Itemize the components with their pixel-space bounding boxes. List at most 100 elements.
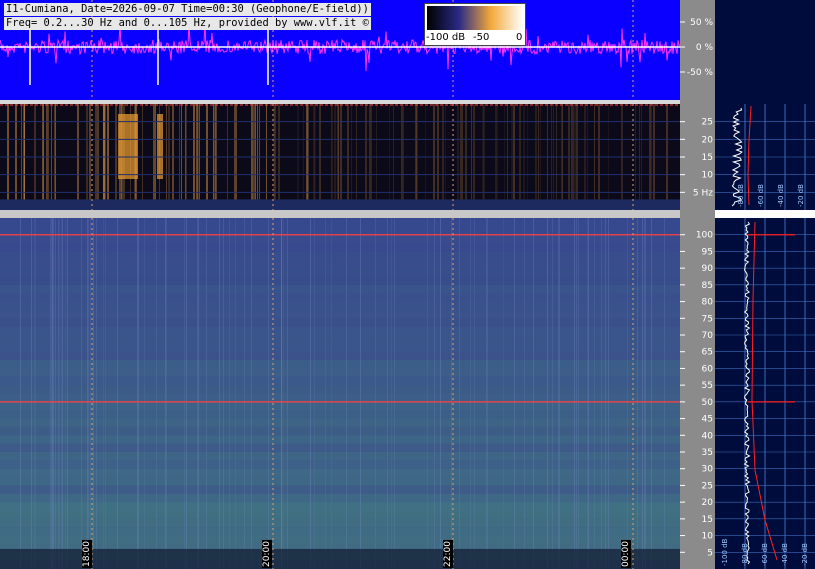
- axis-tick-label: 50 %: [690, 18, 713, 28]
- colorbar-label-max: 0: [516, 32, 523, 43]
- spectrogram-streak: [58, 218, 59, 569]
- axis-tick-label: 80: [702, 298, 714, 308]
- spectrogram-streak: [251, 218, 252, 569]
- spectrogram-streak: [206, 218, 207, 569]
- profile-axis-label: -60 dB: [761, 543, 769, 566]
- axis-tick-label: 85: [702, 281, 713, 291]
- header-frequency-line: Freq= 0.2...30 Hz and 0...105 Hz, provid…: [4, 17, 371, 30]
- spectrogram-streak: [459, 218, 460, 569]
- spectrogram-bright-band: [128, 114, 138, 179]
- spectrogram-streak: [574, 218, 575, 569]
- axis-tick-label: 65: [702, 348, 713, 358]
- spectrogram-streak: [310, 218, 311, 569]
- spectrogram-streak: [474, 218, 475, 569]
- spectrogram-streak: [627, 218, 628, 569]
- spectrogram-streak: [67, 218, 68, 569]
- axis-tick-label: 30: [702, 465, 714, 475]
- spectrogram-streak: [65, 218, 66, 569]
- spectrogram-streak: [244, 218, 245, 569]
- spectrogram-top-panel: [0, 104, 680, 210]
- profile-axis-label: -20 dB: [797, 184, 805, 207]
- spectrogram-streak: [331, 218, 332, 569]
- spectrogram-main-chart: [0, 218, 680, 569]
- spectrogram-streak: [59, 218, 60, 569]
- spectrogram-streak: [219, 218, 220, 569]
- spectrogram-streak: [558, 218, 559, 569]
- profile-axis-label: -40 dB: [777, 184, 785, 207]
- axis-tick-label: 60: [702, 364, 714, 374]
- spectrogram-streak: [387, 218, 388, 569]
- spectrogram-lowfreq-band: [0, 548, 680, 569]
- spectrogram-streak: [105, 218, 106, 569]
- spectrogram-streak: [514, 218, 515, 569]
- spectrogram-streak: [314, 218, 315, 569]
- time-label-2200: 22:00: [443, 540, 453, 568]
- spectrogram-streak: [55, 218, 56, 569]
- profile-axis-label: -20 dB: [801, 543, 809, 566]
- spectrogram-streak: [391, 218, 392, 569]
- axis-tick-label: 15: [702, 515, 713, 525]
- spectrogram-streak: [103, 218, 104, 569]
- spectrum-profile-panel: -80 dB -60 dB -40 dB -20 dB -100 dB -80 dB -60…: [715, 0, 815, 569]
- spectrogram-streak: [644, 218, 645, 569]
- spectrogram-streak: [52, 218, 53, 569]
- time-label-0000: 00:00: [621, 540, 631, 568]
- profile-axis-label: -80 dB: [741, 543, 749, 566]
- vlf-monitor-window: I1-Cumiana, Date=2026-09-07 Time=00:30 (…: [0, 0, 815, 569]
- spectrogram-streak: [50, 218, 51, 569]
- spectrogram-streak: [547, 218, 548, 569]
- spectrogram-streak: [156, 218, 157, 569]
- spectrogram-streak: [62, 218, 63, 569]
- spectrogram-streak: [184, 218, 185, 569]
- spectrogram-streak: [601, 218, 602, 569]
- spectrogram-streak: [487, 218, 488, 569]
- axis-tick-label: 20: [702, 498, 714, 508]
- axis-tick-label: 0 %: [696, 43, 714, 53]
- axis-tick-label: 70: [702, 331, 714, 341]
- spectrogram-lowfreq-band: [0, 199, 680, 210]
- spectrogram-streak: [470, 218, 471, 569]
- colorbar-gradient: [427, 6, 523, 30]
- spectrogram-streak: [608, 218, 609, 569]
- spectrogram-streak: [434, 218, 435, 569]
- time-label-2000: 20:00: [262, 540, 272, 568]
- spectrogram-streak: [186, 218, 187, 569]
- spectrogram-streak: [138, 218, 139, 569]
- spectrogram-streak: [281, 218, 282, 569]
- spectrogram-streak: [559, 218, 560, 569]
- spectrogram-streak: [451, 218, 452, 569]
- axis-tick-label: 35: [702, 448, 713, 458]
- spectrogram-top-chart: [0, 104, 680, 210]
- profile-axis-label: -100 dB: [721, 538, 729, 566]
- spectrogram-streak: [375, 218, 376, 569]
- spectrogram-streak: [360, 218, 361, 569]
- spectrogram-streak: [578, 218, 579, 569]
- frequency-axis-chart: 50 % 0 % -50 % 25 20 15 10 5 Hz 100 95 90 85 80 75 70 6…: [680, 18, 714, 558]
- spectrogram-streak: [61, 218, 62, 569]
- spectrogram-streak: [651, 218, 652, 569]
- axis-tick-label: 50: [702, 398, 714, 408]
- profile-axis-label: -80 dB: [737, 184, 745, 207]
- axis-tick-label: 25: [702, 118, 713, 128]
- header-station-line: I1-Cumiana, Date=2026-09-07 Time=00:30 (…: [4, 3, 371, 16]
- spectrogram-streak: [637, 218, 638, 569]
- spectrogram-streak: [394, 218, 395, 569]
- axis-tick-label: -50 %: [687, 68, 714, 78]
- spectrogram-streak: [594, 218, 595, 569]
- spectrum-profile-chart: -80 dB -60 dB -40 dB -20 dB -100 dB -80 dB -60…: [715, 104, 815, 569]
- spectrogram-streak: [81, 218, 82, 569]
- spectrogram-streak: [533, 218, 534, 569]
- frequency-axis: 50 % 0 % -50 % 25 20 15 10 5 Hz 100 95 90 85 80 75 70 6…: [680, 0, 715, 569]
- spectrogram-streak: [93, 218, 94, 569]
- axis-tick-label: 40: [702, 431, 714, 441]
- spectrogram-streak: [346, 218, 347, 569]
- panel-separator: [715, 210, 815, 218]
- spectrogram-streak: [87, 218, 88, 569]
- axis-tick-label: 45: [702, 415, 713, 425]
- axis-tick-label: 20: [702, 135, 714, 145]
- profile-axis-label: -40 dB: [781, 543, 789, 566]
- panel-separator: [0, 210, 680, 218]
- colorbar-label-mid: -50: [473, 32, 490, 43]
- spectrogram-streak: [223, 218, 224, 569]
- axis-tick-label: 75: [702, 314, 713, 324]
